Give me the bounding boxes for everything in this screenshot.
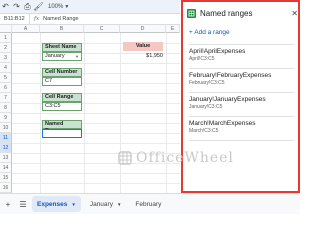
column-header-a[interactable]: A bbox=[12, 25, 40, 33]
all-sheets-icon[interactable]: ☰ bbox=[17, 198, 29, 210]
column-header-e[interactable]: E bbox=[166, 25, 180, 33]
gridline bbox=[12, 183, 180, 184]
sheet-name-label[interactable]: Sheet Name bbox=[42, 43, 82, 52]
watermark-text: OfficeWheel bbox=[136, 150, 234, 166]
named-range-item[interactable]: April!AprilExpenses April!C3:C5 bbox=[183, 44, 298, 68]
range-name: April!AprilExpenses bbox=[189, 48, 246, 55]
toolbar: ↶ ↷ ⎙ 🖌 100% ▼ bbox=[0, 0, 180, 14]
zoom-select[interactable]: 100% bbox=[48, 4, 63, 10]
sheet-name-dropdown[interactable]: January ▼ bbox=[42, 52, 82, 61]
sheets-icon bbox=[187, 8, 196, 18]
sheet-tab-february[interactable]: February bbox=[130, 196, 166, 212]
paint-format-icon[interactable]: 🖌 bbox=[33, 1, 44, 13]
row-header[interactable]: 6 bbox=[0, 83, 12, 93]
range-name: January!JanuaryExpenses bbox=[189, 96, 266, 103]
range-name: March!MarchExpenses bbox=[189, 120, 256, 127]
row-header[interactable]: 3 bbox=[0, 53, 12, 63]
row-header[interactable]: 15 bbox=[0, 173, 12, 183]
row-header[interactable]: 1 bbox=[0, 33, 12, 43]
named-range-selected-cell[interactable] bbox=[42, 129, 82, 138]
range-reference: April!C3:C5 bbox=[189, 56, 215, 62]
range-reference: March!C3:C5 bbox=[189, 128, 219, 134]
row-header[interactable]: 14 bbox=[0, 163, 12, 173]
column-header-c[interactable]: C bbox=[84, 25, 120, 33]
gridline bbox=[12, 133, 180, 134]
column-header-d[interactable]: D bbox=[120, 25, 166, 33]
row-header[interactable]: 5 bbox=[0, 73, 12, 83]
corner-cell[interactable] bbox=[0, 25, 12, 33]
gridline bbox=[12, 173, 180, 174]
chevron-down-icon[interactable]: ▼ bbox=[64, 4, 69, 10]
chevron-down-icon[interactable]: ▼ bbox=[71, 202, 75, 207]
cell-number-value[interactable]: C7 bbox=[42, 77, 82, 86]
cell-range-label[interactable]: Cell Range bbox=[42, 93, 82, 102]
cell-range-value[interactable]: C3:C5 bbox=[42, 102, 82, 111]
officewheel-logo-icon bbox=[118, 151, 132, 165]
officewheel-watermark: OfficeWheel bbox=[118, 150, 234, 166]
formula-bar: B11:B12 fx Named Range bbox=[0, 14, 180, 25]
row-header[interactable]: 13 bbox=[0, 153, 12, 163]
row-header[interactable]: 2 bbox=[0, 43, 12, 53]
gridline bbox=[12, 113, 180, 114]
column-header-b[interactable]: B bbox=[40, 25, 84, 33]
add-range-button[interactable]: + Add a range bbox=[189, 29, 230, 36]
range-reference: February!C3:C5 bbox=[189, 80, 225, 86]
value-label[interactable]: Value bbox=[123, 42, 163, 51]
row-header-selected[interactable]: 11 bbox=[0, 133, 12, 143]
fx-icon: fx bbox=[34, 16, 40, 22]
panel-header: Named ranges ✕ bbox=[187, 5, 298, 21]
cell-number-label[interactable]: Cell Number bbox=[42, 68, 82, 77]
spreadsheet-grid[interactable]: A B C D E 1 2 3 4 5 6 7 8 9 10 11 12 13 … bbox=[0, 25, 180, 193]
gridline bbox=[12, 63, 180, 64]
row-header[interactable]: 8 bbox=[0, 103, 12, 113]
chevron-down-icon[interactable]: ▼ bbox=[75, 53, 79, 60]
named-range-label[interactable]: Named Range bbox=[42, 120, 82, 134]
sheet-tab-expenses[interactable]: Expenses ▼ bbox=[32, 196, 81, 212]
row-header[interactable]: 7 bbox=[0, 93, 12, 103]
column-header-row: A B C D E bbox=[0, 25, 180, 33]
row-header[interactable]: 16 bbox=[0, 183, 12, 193]
gridline bbox=[12, 93, 180, 94]
gridline bbox=[12, 143, 180, 144]
gridline bbox=[12, 103, 180, 104]
close-icon[interactable]: ✕ bbox=[291, 9, 298, 18]
named-range-item[interactable]: March!MarchExpenses March!C3:C5 bbox=[183, 116, 298, 140]
undo-icon[interactable]: ↶ bbox=[0, 1, 11, 13]
row-header[interactable]: 9 bbox=[0, 113, 12, 123]
redo-icon[interactable]: ↷ bbox=[11, 1, 22, 13]
named-range-item[interactable]: January!JanuaryExpenses January!C3:C5 bbox=[183, 92, 298, 116]
gridline bbox=[12, 73, 180, 74]
name-box[interactable]: B11:B12 bbox=[0, 14, 30, 24]
range-reference: January!C3:C5 bbox=[189, 104, 223, 110]
row-header[interactable]: 4 bbox=[0, 63, 12, 73]
add-sheet-icon[interactable]: + bbox=[2, 198, 14, 210]
print-icon[interactable]: ⎙ bbox=[22, 1, 33, 13]
named-range-item[interactable]: February!FebruaryExpenses February!C3:C5 bbox=[183, 68, 298, 92]
sheet-tab-january[interactable]: January ▼ bbox=[85, 196, 127, 212]
panel-title: Named ranges bbox=[200, 8, 253, 18]
row-header-selected[interactable]: 12 bbox=[0, 143, 12, 153]
gridline bbox=[12, 123, 180, 124]
sheet-tab-label: February bbox=[135, 200, 162, 208]
sheet-name-value: January bbox=[45, 53, 65, 59]
range-name: February!FebruaryExpenses bbox=[189, 72, 272, 79]
gridline bbox=[12, 83, 180, 84]
sheet-tab-label: Expenses bbox=[37, 200, 68, 208]
row-header[interactable]: 10 bbox=[0, 123, 12, 133]
divider bbox=[189, 140, 294, 141]
value-amount[interactable]: $1,950 bbox=[123, 52, 163, 61]
chevron-down-icon[interactable]: ▼ bbox=[117, 202, 121, 207]
sheet-tab-bar: + ☰ Expenses ▼ January ▼ February bbox=[0, 193, 300, 214]
sheet-tab-label: January bbox=[89, 200, 113, 208]
formula-input[interactable]: Named Range bbox=[43, 16, 78, 22]
